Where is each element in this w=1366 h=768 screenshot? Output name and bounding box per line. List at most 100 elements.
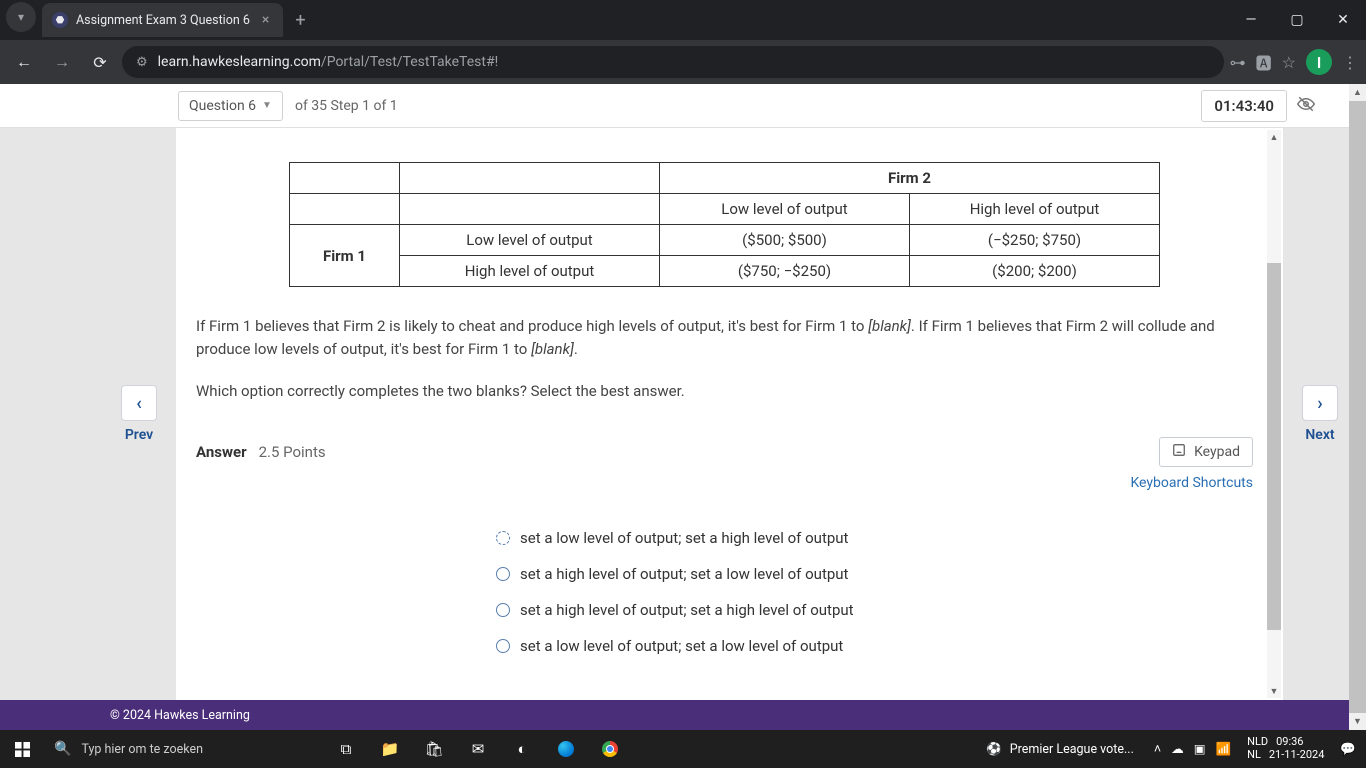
translate-icon[interactable]: 🅰 [1256, 50, 1272, 74]
q-p1a: If Firm 1 believes that Firm 2 is likely… [196, 317, 868, 335]
card-scrollbar[interactable]: ▲ ▼ [1267, 130, 1281, 698]
prev-label: Prev [125, 427, 153, 443]
option-2[interactable]: set a high level of output; set a low le… [496, 565, 1253, 583]
task-view-icon[interactable]: ⧉ [324, 730, 368, 768]
col-low-header: Low level of output [660, 194, 910, 225]
search-icon: 🔍 [54, 741, 71, 757]
copilot-icon[interactable]: ◐ [500, 730, 544, 768]
forward-button[interactable]: → [46, 46, 78, 78]
back-button[interactable]: ← [8, 46, 40, 78]
cell-low-low: ($500; $500) [660, 225, 910, 256]
edge-icon[interactable] [544, 730, 588, 768]
option-1[interactable]: set a low level of output; set a high le… [496, 529, 1253, 547]
content-row: ‹ Prev Firm 2 Low level of output High l… [0, 128, 1349, 700]
keypad-icon [1172, 443, 1186, 461]
firm2-header: Firm 2 [660, 163, 1160, 194]
tab-strip: ▾ ⬣ Assignment Exam 3 Question 6 × + [0, 0, 318, 40]
viewport-scrollbar[interactable]: ▲ ▼ [1349, 84, 1366, 730]
news-widget[interactable]: ⚽ Premier League vote... [976, 742, 1144, 757]
scroll-up-icon[interactable]: ▲ [1349, 84, 1366, 101]
url-host: learn.hawkeslearning.com [158, 54, 321, 70]
browser-tab-strip: ▾ ⬣ Assignment Exam 3 Question 6 × + ― ▢… [0, 0, 1366, 40]
scroll-track[interactable] [1267, 144, 1281, 684]
hawkes-favicon: ⬣ [52, 12, 68, 28]
site-settings-icon[interactable]: ⚙ [136, 55, 148, 70]
start-button[interactable] [0, 730, 44, 768]
wifi-icon[interactable]: 📶 [1216, 742, 1232, 757]
next-button[interactable]: › [1302, 385, 1338, 421]
ms-store-icon[interactable]: 🛍 [412, 730, 456, 768]
file-explorer-icon[interactable]: 📁 [368, 730, 412, 768]
news-icon: ⚽ [986, 742, 1002, 757]
password-icon[interactable]: ⊶ [1230, 53, 1246, 72]
battery-icon[interactable]: ▣ [1194, 741, 1206, 757]
scroll-up-icon[interactable]: ▲ [1267, 130, 1281, 144]
prev-button[interactable]: ‹ [121, 385, 157, 421]
system-tray: ⚽ Premier League vote... ˄ ☁ ▣ 📶 NLD 09:… [976, 736, 1366, 761]
browser-tab-active[interactable]: ⬣ Assignment Exam 3 Question 6 × [42, 3, 283, 37]
answer-header-row: Answer 2.5 Points Keypad [196, 437, 1253, 467]
search-placeholder: Typ hier om te zoeken [81, 742, 203, 757]
scroll-thumb[interactable] [1349, 101, 1366, 713]
onedrive-icon[interactable]: ☁ [1171, 741, 1184, 757]
kebab-menu-icon[interactable]: ⋮ [1342, 53, 1358, 72]
taskbar-search[interactable]: 🔍 Typ hier om te zoeken [44, 730, 324, 768]
chrome-icon[interactable] [588, 730, 632, 768]
payoff-matrix-table: Firm 2 Low level of output High level of… [289, 162, 1160, 287]
tray-chevron-icon[interactable]: ˄ [1154, 742, 1161, 757]
cell-low-high: (−$250; $750) [910, 225, 1160, 256]
answer-points: 2.5 Points [259, 443, 326, 461]
timer-box: 01:43:40 [1201, 90, 1315, 122]
bookmark-star-icon[interactable]: ☆ [1282, 53, 1296, 72]
profile-avatar[interactable]: I [1306, 49, 1332, 75]
option-1-label: set a low level of output; set a high le… [520, 529, 848, 547]
q-blank-2: [blank] [531, 340, 574, 358]
question-header-bar: Question 6 ▼ of 35 Step 1 of 1 01:43:40 [0, 84, 1349, 128]
next-nav: › Next [1291, 128, 1349, 700]
keypad-button[interactable]: Keypad [1159, 437, 1253, 467]
col-high-header: High level of output [910, 194, 1160, 225]
radio-icon [496, 567, 510, 581]
maximize-button[interactable]: ▢ [1274, 0, 1320, 40]
question-number-label: Question 6 [189, 98, 256, 114]
answer-options: set a low level of output; set a high le… [496, 529, 1253, 655]
question-card: Firm 2 Low level of output High level of… [176, 128, 1283, 700]
page-footer: © 2024 Hawkes Learning [0, 700, 1349, 730]
browser-toolbar: ← → ⟳ ⚙ learn.hawkeslearning.com/Portal/… [0, 40, 1366, 84]
url-text: learn.hawkeslearning.com/Portal/Test/Tes… [158, 54, 499, 70]
timer-display: 01:43:40 [1201, 90, 1287, 122]
tab-search-button[interactable]: ▾ [6, 2, 36, 32]
url-path: /Portal/Test/TestTakeTest#! [321, 54, 498, 70]
reload-button[interactable]: ⟳ [84, 46, 116, 78]
action-center-icon[interactable]: 💬 [1340, 742, 1356, 757]
scroll-down-icon[interactable]: ▼ [1267, 684, 1281, 698]
question-selector[interactable]: Question 6 ▼ [178, 91, 283, 121]
firm1-header: Firm 1 [290, 225, 400, 287]
q-blank-1: [blank] [868, 317, 911, 335]
hide-timer-icon[interactable] [1297, 95, 1315, 117]
step-label: of 35 Step 1 of 1 [283, 92, 410, 120]
q-p1c: . [574, 340, 578, 358]
minimize-button[interactable]: ― [1228, 0, 1274, 40]
option-4[interactable]: set a low level of output; set a low lev… [496, 637, 1253, 655]
option-3-label: set a high level of output; set a high l… [520, 601, 854, 619]
option-3[interactable]: set a high level of output; set a high l… [496, 601, 1253, 619]
scroll-thumb[interactable] [1267, 263, 1281, 630]
new-tab-button[interactable]: + [283, 10, 317, 31]
prev-nav: ‹ Prev [110, 128, 168, 700]
scroll-down-icon[interactable]: ▼ [1349, 713, 1366, 730]
keyboard-shortcuts-link[interactable]: Keyboard Shortcuts [196, 475, 1253, 491]
page-viewport: Question 6 ▼ of 35 Step 1 of 1 01:43:40 … [0, 84, 1366, 730]
close-tab-icon[interactable]: × [258, 12, 273, 28]
copyright-text: © 2024 Hawkes Learning [110, 708, 250, 723]
answer-label: Answer [196, 443, 247, 461]
address-bar[interactable]: ⚙ learn.hawkeslearning.com/Portal/Test/T… [122, 46, 1224, 78]
row-high-header: High level of output [400, 256, 660, 287]
cell-high-low: ($750; −$250) [660, 256, 910, 287]
clock[interactable]: NLD 09:36 NL 21-11-2024 [1241, 736, 1330, 761]
chevron-down-icon: ▼ [262, 100, 272, 111]
radio-icon [496, 603, 510, 617]
radio-icon [496, 639, 510, 653]
mail-icon[interactable]: ✉ [456, 730, 500, 768]
close-window-button[interactable]: ✕ [1320, 0, 1366, 40]
